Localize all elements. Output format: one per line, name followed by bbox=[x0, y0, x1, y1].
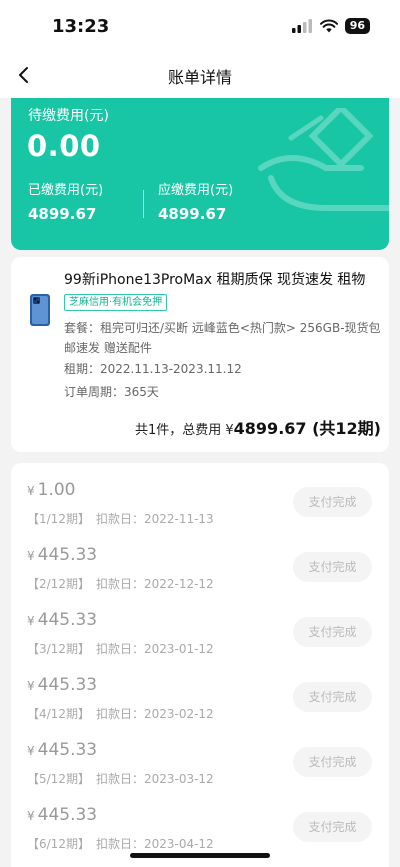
installment-list: ¥1.00 【1/12期】 扣款日：2022-11-13 支付完成 ¥445.33… bbox=[11, 463, 389, 867]
page-title: 账单详情 bbox=[167, 68, 232, 87]
installment-info: 【5/12期】 扣款日：2023-03-12 bbox=[27, 770, 214, 787]
currency-symbol: ¥ bbox=[27, 484, 35, 498]
installment-info: 【2/12期】 扣款日：2022-12-12 bbox=[27, 575, 214, 592]
installment-period: 【2/12期】 bbox=[27, 577, 90, 591]
installment-info: 【1/12期】 扣款日：2022-11-13 bbox=[27, 510, 214, 527]
status-bar: 13:23 96 bbox=[0, 0, 400, 52]
installment-period: 【5/12期】 bbox=[27, 772, 90, 786]
installment-date: 扣款日：2023-04-12 bbox=[95, 837, 214, 851]
status-icons: 96 bbox=[291, 18, 370, 34]
order-total-prefix: 共1件，总费用 ¥ bbox=[134, 423, 234, 438]
installment-amount: ¥445.33 bbox=[27, 805, 98, 825]
pending-amount-label: 待缴费用(元) bbox=[28, 108, 109, 124]
wifi-icon bbox=[319, 19, 338, 33]
installment-amount: ¥445.33 bbox=[27, 545, 98, 565]
product-title: 99新iPhone13ProMax 租期质保 现货速发 租物 bbox=[64, 272, 366, 288]
installment-period: 【3/12期】 bbox=[27, 642, 90, 656]
installment-row: ¥445.33 【2/12期】 扣款日：2022-12-12 支付完成 bbox=[11, 528, 389, 593]
order-total-amount: 4899.67 (共12期) bbox=[233, 419, 381, 438]
paid-amount-label: 已缴费用(元) bbox=[28, 183, 104, 198]
phone-thumbnail-icon bbox=[30, 294, 50, 326]
wallet-decoration-icon bbox=[258, 108, 389, 211]
installment-amount: ¥445.33 bbox=[27, 610, 98, 630]
installment-period: 【1/12期】 bbox=[27, 512, 90, 526]
lease-period: 租期：2022.11.13-2023.11.12 bbox=[64, 362, 242, 376]
credit-badge: 芝麻信用·有机会免押 bbox=[64, 294, 168, 311]
payment-status-button[interactable]: 支付完成 bbox=[293, 747, 372, 777]
summary-divider bbox=[143, 190, 144, 218]
installment-date: 扣款日：2023-03-12 bbox=[95, 772, 214, 786]
home-indicator bbox=[130, 853, 270, 858]
nav-bar: 账单详情 bbox=[0, 52, 400, 98]
installment-amount: ¥1.00 bbox=[27, 480, 76, 500]
payment-status-button[interactable]: 支付完成 bbox=[293, 617, 372, 647]
package-spec: 套餐：租完可归还/买断 远峰蓝色<热门款> 256GB-现货包邮速发 赠送配件 bbox=[64, 321, 381, 355]
due-amount-label: 应缴费用(元) bbox=[158, 183, 234, 198]
installment-date: 扣款日：2023-01-12 bbox=[95, 642, 214, 656]
installment-date: 扣款日：2022-11-13 bbox=[95, 512, 214, 526]
installment-date: 扣款日：2023-02-12 bbox=[95, 707, 214, 721]
installment-date: 扣款日：2022-12-12 bbox=[95, 577, 214, 591]
order-cycle: 订单周期：365天 bbox=[64, 385, 159, 399]
payment-status-button[interactable]: 支付完成 bbox=[293, 487, 372, 517]
installment-row: ¥445.33 【4/12期】 扣款日：2023-02-12 支付完成 bbox=[11, 658, 389, 723]
installment-row: ¥445.33 【6/12期】 扣款日：2023-04-12 支付完成 bbox=[11, 788, 389, 853]
currency-symbol: ¥ bbox=[27, 809, 35, 823]
installment-amount: ¥445.33 bbox=[27, 675, 98, 695]
payment-summary-card: 待缴费用(元) 0.00 已缴费用(元) 4899.67 应缴费用(元) 489… bbox=[11, 98, 389, 250]
currency-symbol: ¥ bbox=[27, 614, 35, 628]
payment-status-button[interactable]: 支付完成 bbox=[293, 682, 372, 712]
installment-row: ¥445.33 【5/12期】 扣款日：2023-03-12 支付完成 bbox=[11, 723, 389, 788]
installment-row: ¥445.33 【3/12期】 扣款日：2023-01-12 支付完成 bbox=[11, 593, 389, 658]
bill-detail-page: 13:23 96 账单详情 待缴费用(元) 0.00 已缴费用(元) 4899.… bbox=[0, 0, 400, 867]
status-time: 13:23 bbox=[52, 16, 110, 37]
paid-amount-value: 4899.67 bbox=[28, 205, 97, 223]
currency-symbol: ¥ bbox=[27, 549, 35, 563]
installment-period: 【4/12期】 bbox=[27, 707, 90, 721]
installment-period: 【6/12期】 bbox=[27, 837, 90, 851]
payment-status-button[interactable]: 支付完成 bbox=[293, 812, 372, 842]
installment-row: ¥1.00 【1/12期】 扣款日：2022-11-13 支付完成 bbox=[11, 463, 389, 528]
installment-amount: ¥445.33 bbox=[27, 740, 98, 760]
currency-symbol: ¥ bbox=[27, 679, 35, 693]
order-total: 共1件，总费用 ¥4899.67 (共12期) bbox=[135, 415, 381, 439]
installment-info: 【3/12期】 扣款日：2023-01-12 bbox=[27, 640, 214, 657]
signal-icon bbox=[291, 19, 312, 33]
installment-info: 【6/12期】 扣款日：2023-04-12 bbox=[27, 835, 214, 852]
due-amount-value: 4899.67 bbox=[158, 205, 227, 223]
pending-amount-value: 0.00 bbox=[27, 129, 101, 163]
product-card[interactable]: 99新iPhone13ProMax 租期质保 现货速发 租物 芝麻信用·有机会免… bbox=[11, 257, 389, 452]
installment-info: 【4/12期】 扣款日：2023-02-12 bbox=[27, 705, 214, 722]
battery-badge: 96 bbox=[344, 18, 370, 34]
payment-status-button[interactable]: 支付完成 bbox=[293, 552, 372, 582]
currency-symbol: ¥ bbox=[27, 744, 35, 758]
